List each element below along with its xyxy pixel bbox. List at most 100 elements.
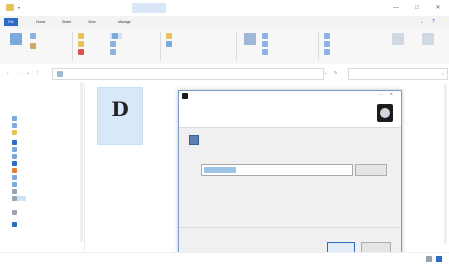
tab-home[interactable]: Home [36,18,45,26]
folder-icon [6,4,14,11]
refresh-icon[interactable]: ↻ [334,71,337,75]
tab-manage[interactable]: Manage [118,18,131,26]
dialog-close-button[interactable]: ✕ [390,92,393,97]
title-bar: ▾ — □ ✕ [0,0,449,17]
recent-locations-icon[interactable]: ⌄ [26,71,30,76]
ribbon-item-copyto[interactable] [78,41,86,47]
tab-share[interactable]: Share [62,18,71,26]
select-all-icon [324,33,330,39]
ribbon-item-delete[interactable] [78,49,86,55]
nav-item-network[interactable] [12,222,20,227]
folder-setup-icon [189,135,199,145]
history-icon [262,49,268,55]
downloads-icon [12,161,17,166]
ribbon-item-newfolder[interactable] [166,33,174,39]
nav-item[interactable] [12,210,20,215]
close-button[interactable]: ✕ [434,4,442,12]
ribbon-item-copy[interactable] [30,33,38,39]
minimize-button[interactable]: — [392,4,400,12]
folder-icon [78,33,84,39]
tab-file[interactable]: File [4,18,18,26]
documents-icon [12,123,17,128]
ribbon-item-invert[interactable] [324,49,332,55]
address-input[interactable] [52,68,324,80]
ribbon-item-easyaccess[interactable] [110,49,118,55]
ribbon-item-paste[interactable] [30,43,38,49]
open-icon[interactable] [244,33,256,45]
pictures-icon [12,175,17,180]
nav-scrollbar[interactable] [80,82,83,242]
details-view-icon[interactable] [426,256,432,262]
up-icon[interactable]: ↑ [36,71,39,76]
ribbon-item-edit[interactable] [262,41,270,47]
setup-dialog: — ✕ [178,90,402,262]
status-bar [0,252,449,265]
select-none-icon [324,41,330,47]
open-with-icon [262,33,268,39]
selected-text [204,167,236,173]
copy-icon [30,33,36,39]
invert-selection-icon [324,49,330,55]
new-folder-icon [166,33,172,39]
back-icon[interactable]: ← [6,71,11,76]
nav-item[interactable] [12,175,20,180]
ribbon-separator [72,32,73,60]
search-input[interactable]: ⌕ [348,68,448,80]
installer-icon: D [111,97,129,121]
forward-icon[interactable]: → [16,71,21,76]
nav-item-selected-drive[interactable] [12,196,26,201]
delete-icon [78,49,84,55]
destination-folder-input[interactable] [201,164,353,176]
tab-manage-context[interactable] [132,3,166,13]
chevron-down-icon[interactable]: ⌄ [420,20,424,25]
ribbon-item-selectall[interactable] [324,33,332,39]
ribbon-item-rename[interactable] [110,33,122,39]
easy-access-icon [110,49,116,55]
pictures-icon [12,130,17,135]
ribbon-tabs: File Home Share View Manage ⌄ ? [0,16,449,28]
nav-item[interactable] [12,130,20,135]
nav-item-this-pc[interactable] [12,140,20,145]
nav-item[interactable] [12,168,20,173]
ribbon-item-open[interactable] [262,33,270,39]
navigation-pane [0,82,85,252]
dialog-header [179,101,401,128]
details-pane-icon[interactable] [422,33,434,45]
paste-icon [30,43,36,49]
pc-icon [57,71,63,77]
ribbon-item-properties[interactable] [166,41,174,47]
dialog-title-bar: — ✕ [179,91,401,101]
search-icon: ⌕ [442,72,444,76]
nav-item[interactable] [12,116,20,121]
nav-item[interactable] [12,154,20,159]
content-scrollbar[interactable] [444,84,447,244]
large-icons-view-icon[interactable] [436,256,442,262]
chevron-down-icon[interactable]: ⌄ [324,71,327,75]
nav-item[interactable] [12,189,20,194]
quick-access-toolbar[interactable]: ▾ [18,6,20,10]
ribbon [0,28,449,65]
folder-icon [78,41,84,47]
ribbon-item-newitem[interactable] [110,41,118,47]
help-icon[interactable]: ? [432,20,435,25]
ribbon-item-move[interactable] [78,33,86,39]
nav-item[interactable] [12,161,20,166]
nav-item[interactable] [12,123,20,128]
pin-icon[interactable] [10,33,22,45]
maximize-button[interactable]: □ [413,4,421,12]
share-icon[interactable] [392,33,404,45]
pc-icon [12,140,17,145]
drive-icon [12,210,17,215]
dialog-minimize-button[interactable]: — [379,92,383,97]
nav-item[interactable] [12,147,20,152]
ribbon-item-selectnone[interactable] [324,41,332,47]
network-icon [12,222,17,227]
tab-view[interactable]: View [88,18,96,26]
ribbon-item-history[interactable] [262,49,270,55]
file-item[interactable]: D [97,87,143,145]
nav-item[interactable] [12,182,20,187]
drive-icon [12,189,17,194]
videos-icon [12,182,17,187]
browse-button[interactable] [355,164,387,176]
star-icon [12,116,17,121]
